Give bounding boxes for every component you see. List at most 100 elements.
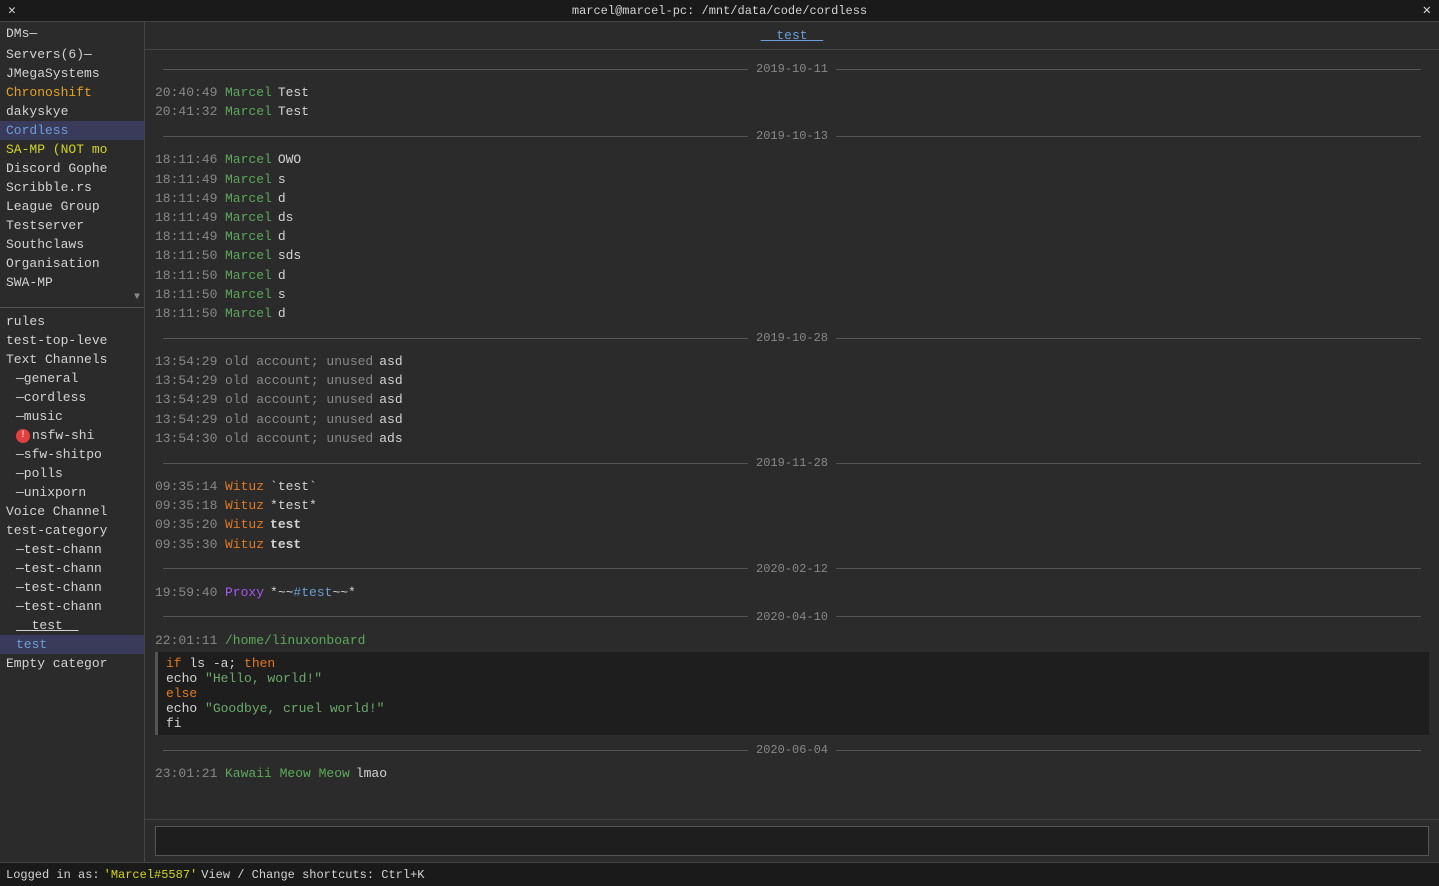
message-line: 13:54:29 old account; unused asd	[155, 353, 1429, 371]
sidebar-item-music[interactable]: —music	[0, 407, 144, 426]
msg-content: sds	[278, 247, 1429, 265]
date-separator: 2019-11-28	[155, 456, 1429, 470]
msg-author: Marcel	[225, 286, 272, 304]
msg-content: test	[270, 516, 1429, 534]
msg-content: d	[278, 305, 1429, 323]
message-line: 18:11:49 Marcel d	[155, 190, 1429, 208]
status-bar: Logged in as: 'Marcel#5587' View / Chang…	[0, 862, 1439, 886]
msg-author: Marcel	[225, 171, 272, 189]
msg-author: old account; unused	[225, 372, 373, 390]
sidebar-item-sfw[interactable]: —sfw-shitpo	[0, 445, 144, 464]
msg-time: 18:11:50	[155, 247, 225, 265]
msg-author: Marcel	[225, 228, 272, 246]
message-line: 20:41:32 Marcel Test	[155, 103, 1429, 121]
sidebar-item-testchann4[interactable]: —test-chann	[0, 597, 144, 616]
msg-content: d	[278, 228, 1429, 246]
status-shortcuts[interactable]: View / Change shortcuts: Ctrl+K	[201, 868, 424, 882]
message-line: 18:11:50 Marcel sds	[155, 247, 1429, 265]
messages-area[interactable]: 2019-10-11 20:40:49 Marcel Test 20:41:32…	[145, 50, 1439, 819]
sidebar-item-discordgophe[interactable]: Discord Gophe	[0, 159, 144, 178]
message-line: 22:01:11 /home/linuxonboard	[155, 632, 1429, 650]
msg-content: d	[278, 190, 1429, 208]
msg-time: 23:01:21	[155, 765, 225, 783]
close-button[interactable]: ✕	[1423, 2, 1431, 19]
msg-author: Proxy	[225, 584, 264, 602]
msg-time: 20:40:49	[155, 84, 225, 102]
msg-time: 18:11:50	[155, 286, 225, 304]
sidebar-item-polls[interactable]: —polls	[0, 464, 144, 483]
sidebar-item-rules[interactable]: rules	[0, 312, 144, 331]
msg-content: *test*	[270, 497, 1429, 515]
sidebar-item-testchann2[interactable]: —test-chann	[0, 559, 144, 578]
sidebar-item-dakyskye[interactable]: dakyskye	[0, 102, 144, 121]
msg-time: 18:11:49	[155, 171, 225, 189]
msg-author: Wituz	[225, 536, 264, 554]
code-keyword: else	[166, 686, 197, 701]
msg-author: Marcel	[225, 84, 272, 102]
msg-time: 19:59:40	[155, 584, 225, 602]
dms-header: DMs—	[0, 22, 144, 43]
message-line: 18:11:49 Marcel ds	[155, 209, 1429, 227]
msg-time: 13:54:29	[155, 372, 225, 390]
msg-author: old account; unused	[225, 353, 373, 371]
msg-content: `test`	[270, 478, 1429, 496]
sidebar-item-southclaws[interactable]: Southclaws	[0, 235, 144, 254]
sidebar-item-test-active[interactable]: test	[0, 635, 144, 654]
sidebar-item-samp[interactable]: SA-MP (NOT mo	[0, 140, 144, 159]
sidebar-item-underlinetest[interactable]: __test__	[0, 616, 144, 635]
sidebar-item-nsfw[interactable]: !nsfw-shi	[0, 426, 144, 445]
msg-author: /home/linuxonboard	[225, 632, 365, 650]
date-separator: 2020-02-12	[155, 562, 1429, 576]
message-line: 09:35:20 Wituz test	[155, 516, 1429, 534]
sidebar-item-general[interactable]: —general	[0, 369, 144, 388]
sidebar-item-testchann1[interactable]: —test-chann	[0, 540, 144, 559]
message-line: 13:54:29 old account; unused asd	[155, 411, 1429, 429]
chat-area: __test__ 2019-10-11 20:40:49 Marcel Test…	[145, 22, 1439, 862]
message-line: 13:54:29 old account; unused asd	[155, 391, 1429, 409]
sidebar-item-chronoshift[interactable]: Chronoshift	[0, 83, 144, 102]
message-line: 09:35:14 Wituz `test`	[155, 478, 1429, 496]
sidebar-item-cordless-channel[interactable]: —cordless	[0, 388, 144, 407]
message-line: 13:54:29 old account; unused asd	[155, 372, 1429, 390]
msg-content: Test	[278, 103, 1429, 121]
message-line: 20:40:49 Marcel Test	[155, 84, 1429, 102]
code-string: "Hello, world!"	[205, 671, 322, 686]
sidebar-item-scribble[interactable]: Scribble.rs	[0, 178, 144, 197]
sidebar-item-leaguegroup[interactable]: League Group	[0, 197, 144, 216]
msg-content: lmao	[356, 765, 1429, 783]
msg-author: Marcel	[225, 151, 272, 169]
message-input[interactable]	[155, 826, 1429, 856]
msg-content: Test	[278, 84, 1429, 102]
message-line: 18:11:46 Marcel OWO	[155, 151, 1429, 169]
logged-in-label: Logged in as:	[6, 868, 100, 882]
sidebar-item-testlevel[interactable]: test-top-leve	[0, 331, 144, 350]
message-line: 18:11:50 Marcel d	[155, 267, 1429, 285]
message-line: 13:54:30 old account; unused ads	[155, 430, 1429, 448]
sidebar: DMs— Servers(6)— JMegaSystems Chronoshif…	[0, 22, 145, 862]
sidebar-item-testchann3[interactable]: —test-chann	[0, 578, 144, 597]
sidebar-item-jmegasystems[interactable]: JMegaSystems	[0, 64, 144, 83]
date-separator: 2020-06-04	[155, 743, 1429, 757]
sidebar-item-organisation[interactable]: Organisation	[0, 254, 144, 273]
message-line: 23:01:21 Kawaii Meow Meow lmao	[155, 765, 1429, 783]
sidebar-item-swamp[interactable]: SWA-MP	[0, 273, 144, 292]
msg-content: OWO	[278, 151, 1429, 169]
msg-time: 22:01:11	[155, 632, 225, 650]
date-separator: 2019-10-11	[155, 62, 1429, 76]
channel-title-bar: __test__	[145, 22, 1439, 50]
msg-content: asd	[379, 411, 1429, 429]
sidebar-item-testcategory: test-category	[0, 521, 144, 540]
msg-content: *~~#test~~*	[270, 584, 1429, 602]
msg-time: 13:54:29	[155, 411, 225, 429]
code-keyword: if	[166, 656, 182, 671]
bold-text: test	[270, 517, 301, 532]
msg-time: 18:11:49	[155, 228, 225, 246]
sidebar-item-testserver[interactable]: Testserver	[0, 216, 144, 235]
sidebar-item-cordless[interactable]: Cordless	[0, 121, 144, 140]
msg-time: 18:11:49	[155, 209, 225, 227]
sidebar-item-unixporn[interactable]: —unixporn	[0, 483, 144, 502]
msg-content: d	[278, 267, 1429, 285]
message-line: 19:59:40 Proxy *~~#test~~*	[155, 584, 1429, 602]
msg-content: ads	[379, 430, 1429, 448]
date-separator: 2020-04-10	[155, 610, 1429, 624]
